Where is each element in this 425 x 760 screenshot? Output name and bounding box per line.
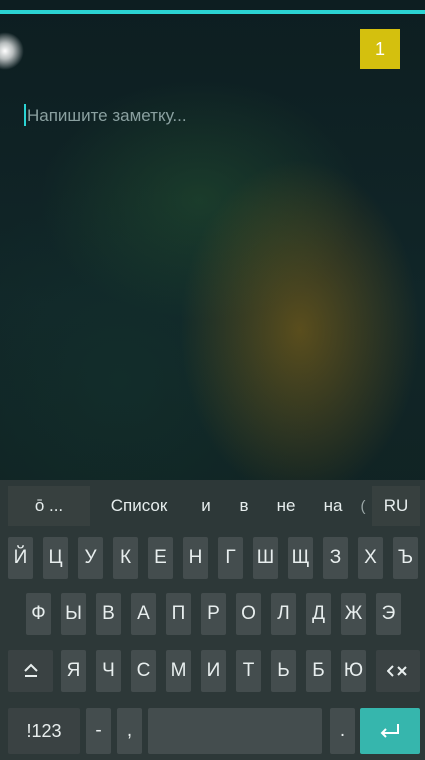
note-screen: 1 ō ... Список и в не на ( RU Й Ц У К Е …: [0, 0, 425, 760]
accent-bar: [0, 10, 425, 14]
suggestion-item[interactable]: и: [188, 486, 224, 526]
key[interactable]: Ю: [341, 650, 366, 692]
keyboard: ō ... Список и в не на ( RU Й Ц У К Е Н …: [0, 480, 425, 760]
backspace-key[interactable]: [376, 650, 420, 692]
key[interactable]: В: [96, 593, 121, 635]
key[interactable]: А: [131, 593, 156, 635]
key[interactable]: З: [323, 537, 348, 579]
key[interactable]: И: [201, 650, 226, 692]
key[interactable]: Щ: [288, 537, 313, 579]
key[interactable]: Ш: [253, 537, 278, 579]
space-key[interactable]: [148, 708, 322, 754]
key[interactable]: Н: [183, 537, 208, 579]
key[interactable]: П: [166, 593, 191, 635]
key[interactable]: Ы: [61, 593, 86, 635]
language-button[interactable]: RU: [372, 486, 420, 526]
key[interactable]: Э: [376, 593, 401, 635]
light-glare: [0, 32, 24, 70]
suggestion-item[interactable]: не: [264, 486, 308, 526]
clipboard-suggestion[interactable]: ō ...: [8, 486, 90, 526]
shift-key[interactable]: [8, 650, 53, 692]
key[interactable]: С: [131, 650, 156, 692]
enter-icon: [380, 724, 399, 738]
key[interactable]: Я: [61, 650, 86, 692]
key[interactable]: Ъ: [393, 537, 418, 579]
suggestion-item[interactable]: на: [310, 486, 356, 526]
key[interactable]: О: [236, 593, 261, 635]
numbers-key[interactable]: !123: [8, 708, 80, 754]
suggestion-item[interactable]: Список: [96, 486, 182, 526]
key[interactable]: Г: [218, 537, 243, 579]
key[interactable]: Й: [8, 537, 33, 579]
key[interactable]: Ч: [96, 650, 121, 692]
key[interactable]: Х: [358, 537, 383, 579]
shift-icon: [23, 663, 38, 677]
key[interactable]: Е: [148, 537, 173, 579]
key[interactable]: Д: [306, 593, 331, 635]
key[interactable]: М: [166, 650, 191, 692]
note-count-badge[interactable]: 1: [360, 29, 400, 69]
key[interactable]: Ф: [26, 593, 51, 635]
enter-key[interactable]: [360, 708, 420, 754]
dash-key[interactable]: -: [86, 708, 111, 754]
suggestion-overflow: (: [360, 497, 366, 515]
key[interactable]: Ж: [341, 593, 366, 635]
note-input[interactable]: [24, 104, 407, 128]
key[interactable]: У: [78, 537, 103, 579]
text-cursor: [24, 104, 26, 126]
key[interactable]: Р: [201, 593, 226, 635]
period-key[interactable]: .: [330, 708, 355, 754]
comma-key[interactable]: ,: [117, 708, 142, 754]
key[interactable]: Т: [236, 650, 261, 692]
key[interactable]: Ц: [43, 537, 68, 579]
backspace-icon: [387, 665, 407, 677]
key[interactable]: Б: [306, 650, 331, 692]
key[interactable]: Л: [271, 593, 296, 635]
key[interactable]: К: [113, 537, 138, 579]
key[interactable]: Ь: [271, 650, 296, 692]
suggestion-item[interactable]: в: [226, 486, 262, 526]
